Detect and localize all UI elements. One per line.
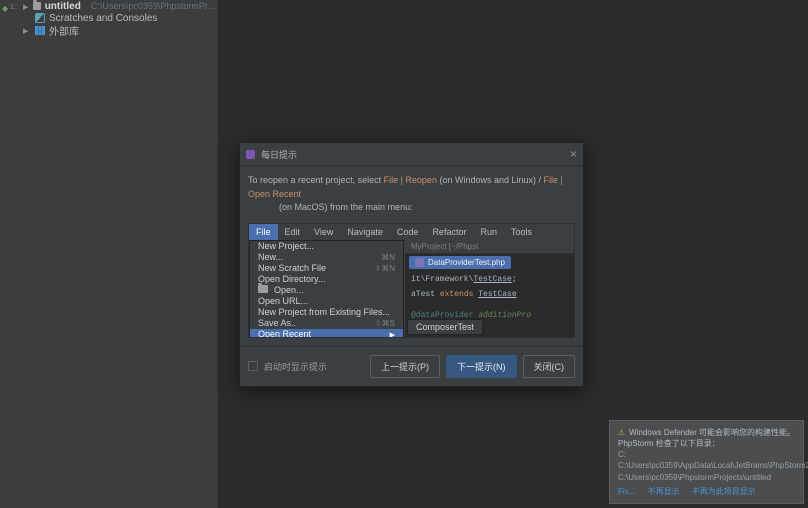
code-line: aTest extends TestCase (405, 290, 574, 299)
tip-text: To reopen a recent project, select File … (248, 174, 575, 215)
chevron-right-icon (23, 1, 29, 12)
menu-navigate[interactable]: Navigate (340, 224, 390, 240)
menu-edit[interactable]: Edit (278, 224, 308, 240)
tree-item-path: C:\Users\pc0359\PhpstormProjects\untitle (91, 1, 218, 11)
scope-icon (35, 13, 45, 23)
folder-icon (258, 285, 268, 293)
file-menu-dropdown: New Project...New...⌘NNew Scratch File⇧⌘… (249, 240, 404, 338)
menu-code[interactable]: Code (390, 224, 426, 240)
preview-file-tab: DataProviderTest.php (409, 256, 511, 269)
warning-icon: ⚠ (618, 428, 625, 437)
chevron-right-icon (390, 329, 395, 338)
tip-of-the-day-dialog: 每日提示 × To reopen a recent project, selec… (239, 142, 584, 387)
show-on-startup-checkbox[interactable]: 启动时显示提示 (248, 360, 327, 373)
dialog-title: 每日提示 (261, 148, 297, 161)
menu-item[interactable]: New Project... (250, 241, 403, 252)
dialog-titlebar: 每日提示 × (240, 143, 583, 166)
code-line: it\Framework\TestCase; (405, 275, 574, 284)
menu-tools[interactable]: Tools (504, 224, 539, 240)
app-icon (246, 150, 255, 159)
tree-item-label: untitled (45, 1, 81, 12)
checkbox-icon (248, 361, 258, 371)
close-icon[interactable]: × (570, 147, 577, 161)
php-file-icon (415, 258, 424, 267)
notif-action-fix[interactable]: Fix... (618, 487, 635, 496)
chevron-right-icon (23, 25, 31, 36)
prev-tip-button[interactable]: 上一提示(P) (370, 355, 440, 378)
tree-item-label: 外部库 (49, 23, 79, 38)
preview-menubar: FileEditViewNavigateCodeRefactorRunTools (249, 224, 574, 241)
open-recent-submenu[interactable]: ComposerTest (407, 319, 483, 335)
preview-breadcrumb: MyProject [~/Phpst (405, 240, 574, 254)
menu-item[interactable]: Open... (250, 285, 403, 296)
menu-item[interactable]: Open Recent (250, 329, 403, 338)
menu-refactor[interactable]: Refactor (425, 224, 473, 240)
menu-file[interactable]: File (249, 224, 278, 240)
tree-item-scratches[interactable]: Scratches and Consoles (17, 12, 218, 24)
dialog-footer: 启动时显示提示 上一提示(P) 下一提示(N) 关闭(C) (240, 346, 583, 386)
tree-item-external-libs[interactable]: 外部库 (17, 24, 218, 36)
menu-item[interactable]: New...⌘N (250, 252, 403, 263)
menu-run[interactable]: Run (473, 224, 504, 240)
next-tip-button[interactable]: 下一提示(N) (446, 355, 517, 378)
tip-preview: FileEditViewNavigateCodeRefactorRunTools… (248, 223, 575, 338)
menu-item[interactable]: Open Directory... (250, 274, 403, 285)
defender-notification: ⚠Windows Defender 可能会影响您的构建性能。 PhpStorm … (609, 420, 804, 504)
menu-item[interactable]: New Project from Existing Files... (250, 307, 403, 318)
close-dialog-button[interactable]: 关闭(C) (523, 355, 576, 378)
menu-view[interactable]: View (307, 224, 340, 240)
tool-gutter: ◆ 1:1 7: Structure 2: Favorites (0, 0, 17, 508)
tree-item-untitled[interactable]: untitled C:\Users\pc0359\PhpstormProject… (17, 0, 218, 12)
notif-action-dont-show-project[interactable]: 不再为此项目显示 (692, 487, 756, 496)
library-icon (35, 26, 45, 35)
menu-item[interactable]: Save As..⇧⌘S (250, 318, 403, 329)
folder-icon (33, 2, 41, 10)
menu-item[interactable]: Open URL... (250, 296, 403, 307)
menu-item[interactable]: New Scratch File⇧⌘N (250, 263, 403, 274)
project-tree: untitled C:\Users\pc0359\PhpstormProject… (17, 0, 219, 508)
notif-action-dont-show[interactable]: 不再显示 (648, 487, 680, 496)
